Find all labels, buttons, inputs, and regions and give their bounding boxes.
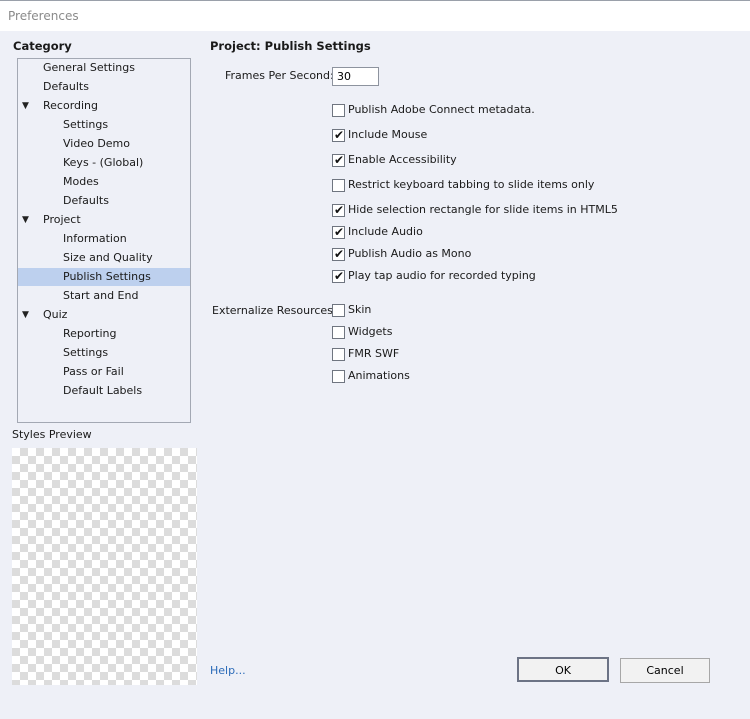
expand-arrow-icon[interactable]: ▼ bbox=[22, 97, 29, 115]
cancel-button[interactable]: Cancel bbox=[620, 658, 710, 683]
tree-item-keys-global[interactable]: Keys - (Global) bbox=[18, 154, 190, 172]
tree-item-label: Keys - (Global) bbox=[63, 156, 144, 169]
checkbox-unchecked[interactable] bbox=[332, 326, 345, 339]
checkbox-unchecked[interactable] bbox=[332, 370, 345, 383]
tree-item-settings[interactable]: Settings bbox=[18, 116, 190, 134]
checkbox-checked[interactable]: ✔ bbox=[332, 269, 345, 283]
check-mark-icon: ✔ bbox=[334, 203, 345, 217]
tree-item-label: Size and Quality bbox=[63, 251, 153, 264]
tree-item-modes[interactable]: Modes bbox=[18, 173, 190, 191]
checkbox-unchecked[interactable] bbox=[332, 104, 345, 117]
tree-item-recording[interactable]: ▼ Recording bbox=[18, 97, 190, 115]
tree-item-label: Modes bbox=[63, 175, 99, 188]
panel-title: Project: Publish Settings bbox=[210, 39, 371, 53]
checkbox-checked[interactable]: ✔ bbox=[332, 247, 345, 261]
expand-arrow-icon[interactable]: ▼ bbox=[22, 306, 29, 324]
check-mark-icon: ✔ bbox=[334, 225, 345, 239]
tree-item-reporting[interactable]: Reporting bbox=[18, 325, 190, 343]
tree-item-defaults[interactable]: Defaults bbox=[18, 78, 190, 96]
help-link[interactable]: Help... bbox=[210, 664, 246, 677]
tree-item-settings[interactable]: Settings bbox=[18, 344, 190, 362]
tree-item-label: Video Demo bbox=[63, 137, 130, 150]
checkbox-label: Publish Audio as Mono bbox=[348, 247, 472, 260]
tree-item-size-and-quality[interactable]: Size and Quality bbox=[18, 249, 190, 267]
tree-item-label: Quiz bbox=[43, 308, 68, 321]
title-bar: Preferences bbox=[0, 0, 750, 31]
expand-arrow-icon[interactable]: ▼ bbox=[22, 211, 29, 229]
tree-item-general-settings[interactable]: General Settings bbox=[18, 59, 190, 77]
checkbox-label: Skin bbox=[348, 303, 372, 316]
category-heading: Category bbox=[13, 39, 72, 53]
checkbox-label: Animations bbox=[348, 369, 410, 382]
window-title: Preferences bbox=[8, 9, 79, 23]
checkbox-checked[interactable]: ✔ bbox=[332, 128, 345, 142]
fps-input[interactable] bbox=[332, 67, 379, 86]
checkbox-label: FMR SWF bbox=[348, 347, 400, 360]
checkbox-checked[interactable]: ✔ bbox=[332, 225, 345, 239]
tree-item-start-and-end[interactable]: Start and End bbox=[18, 287, 190, 305]
checkbox-label: Publish Adobe Connect metadata. bbox=[348, 103, 535, 116]
tree-item-label: Defaults bbox=[43, 80, 89, 93]
check-mark-icon: ✔ bbox=[334, 269, 345, 283]
tree-item-label: Settings bbox=[63, 118, 109, 131]
checkbox-unchecked[interactable] bbox=[332, 304, 345, 317]
tree-item-project[interactable]: ▼ Project bbox=[18, 211, 190, 229]
tree-item-label: Recording bbox=[43, 99, 99, 112]
tree-item-quiz[interactable]: ▼ Quiz bbox=[18, 306, 190, 324]
tree-item-label: Pass or Fail bbox=[63, 365, 124, 378]
tree-item-defaults[interactable]: Defaults bbox=[18, 192, 190, 210]
checkbox-unchecked[interactable] bbox=[332, 179, 345, 192]
checkbox-label: Include Mouse bbox=[348, 128, 428, 141]
tree-item-label: Reporting bbox=[63, 327, 117, 340]
tree-item-label: Settings bbox=[63, 346, 109, 359]
checkbox-checked[interactable]: ✔ bbox=[332, 153, 345, 167]
tree-item-default-labels[interactable]: Default Labels bbox=[18, 382, 190, 400]
styles-preview-canvas bbox=[12, 448, 197, 685]
checkbox-label: Widgets bbox=[348, 325, 393, 338]
check-mark-icon: ✔ bbox=[334, 153, 345, 167]
styles-preview-label: Styles Preview bbox=[12, 428, 92, 441]
tree-item-label: Information bbox=[63, 232, 127, 245]
fps-label: Frames Per Second: bbox=[225, 69, 334, 82]
tree-item-label: Default Labels bbox=[63, 384, 143, 397]
check-mark-icon: ✔ bbox=[334, 128, 345, 142]
tree-item-label: Start and End bbox=[63, 289, 139, 302]
tree-item-video-demo[interactable]: Video Demo bbox=[18, 135, 190, 153]
check-mark-icon: ✔ bbox=[334, 247, 345, 261]
checkbox-label: Restrict keyboard tabbing to slide items… bbox=[348, 178, 595, 191]
ok-button[interactable]: OK bbox=[517, 657, 609, 682]
checkbox-label: Hide selection rectangle for slide items… bbox=[348, 203, 618, 216]
checkbox-label: Enable Accessibility bbox=[348, 153, 457, 166]
tree-item-label: General Settings bbox=[43, 61, 135, 74]
tree-item-publish-settings[interactable]: Publish Settings bbox=[18, 268, 190, 286]
checkbox-label: Include Audio bbox=[348, 225, 423, 238]
checkbox-unchecked[interactable] bbox=[332, 348, 345, 361]
externalize-resources-label: Externalize Resources: bbox=[212, 304, 337, 317]
tree-item-pass-or-fail[interactable]: Pass or Fail bbox=[18, 363, 190, 381]
tree-item-label: Project bbox=[43, 213, 81, 226]
tree-item-information[interactable]: Information bbox=[18, 230, 190, 248]
tree-item-label: Publish Settings bbox=[63, 270, 151, 283]
checkbox-label: Play tap audio for recorded typing bbox=[348, 269, 536, 282]
checkbox-checked[interactable]: ✔ bbox=[332, 203, 345, 217]
category-tree[interactable]: General Settings Defaults ▼ Recording Settin… bbox=[17, 58, 191, 423]
tree-item-label: Defaults bbox=[63, 194, 109, 207]
